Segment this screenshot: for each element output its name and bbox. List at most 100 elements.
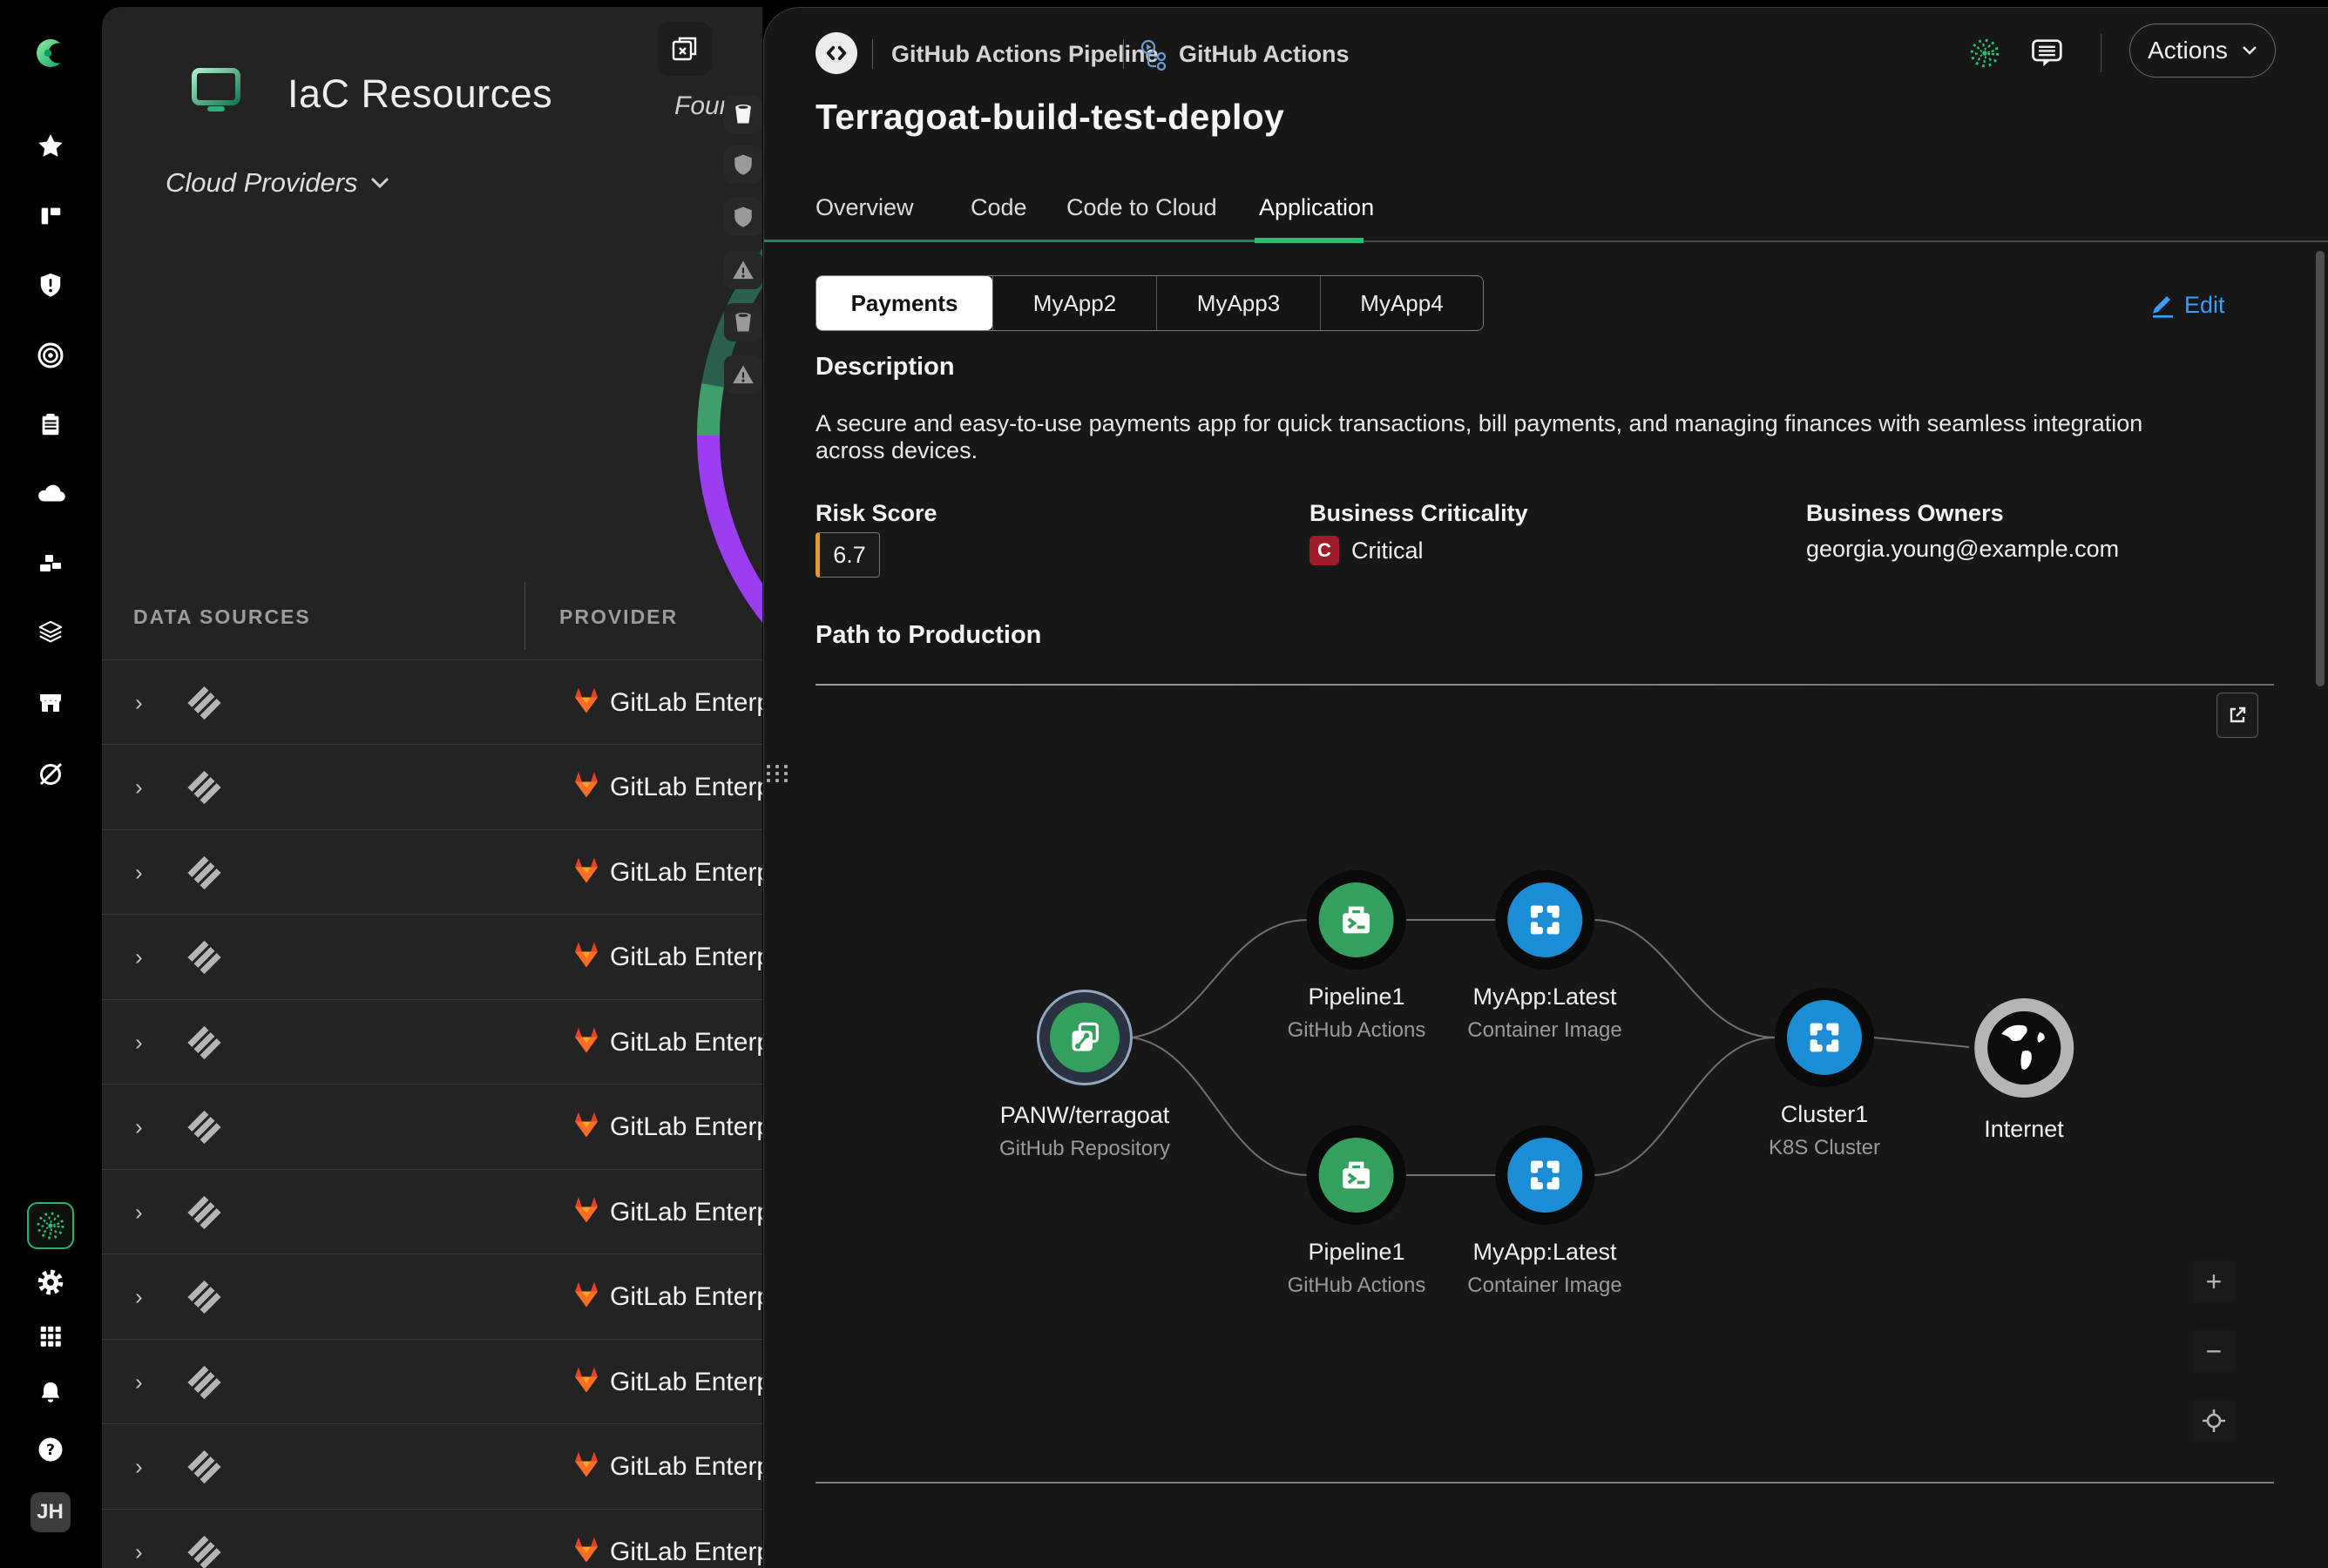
actions-button[interactable]: Actions — [2129, 24, 2276, 78]
copilot-spiral-button[interactable] — [27, 1202, 74, 1249]
cloud-providers-filter[interactable]: Cloud Providers — [166, 167, 389, 199]
warning-icon-button[interactable] — [724, 251, 762, 289]
table-row[interactable]: ›GitLab Enterprise — [102, 914, 762, 999]
app-tab-myapp2[interactable]: MyApp2 — [992, 276, 1156, 330]
row-expand-chevron[interactable]: › — [135, 943, 143, 970]
github-actions-workflow-icon — [1138, 37, 1173, 77]
graph-node-cluster[interactable]: Cluster1 K8S Cluster — [1769, 1000, 1880, 1160]
notifications-bell-icon[interactable] — [37, 1380, 64, 1406]
tab-code-to-cloud[interactable]: Code to Cloud — [1066, 194, 1217, 221]
dashboards-icon[interactable] — [37, 203, 64, 229]
row-expand-chevron[interactable]: › — [135, 774, 143, 801]
table-row[interactable]: › GitLab Enterprise — [102, 1423, 762, 1509]
panel-resize-handle[interactable] — [767, 765, 789, 782]
iac-framework-icon — [187, 686, 220, 719]
cloud-icon[interactable] — [36, 479, 65, 509]
shield-icon-button[interactable] — [724, 145, 762, 184]
table-row[interactable]: ›GitLab Enterprise — [102, 999, 762, 1085]
favorites-star-icon[interactable] — [37, 132, 64, 160]
app-tab-myapp3[interactable]: MyApp3 — [1156, 276, 1320, 330]
edit-label: Edit — [2184, 292, 2225, 319]
breadcrumb-source[interactable]: GitHub Actions — [1179, 41, 1350, 68]
bucket-icon-button[interactable] — [724, 95, 762, 133]
risk-score-label: Risk Score — [815, 500, 937, 527]
table-row[interactable]: ›GitLab Enterprise — [102, 829, 762, 915]
tab-overview[interactable]: Overview — [815, 194, 914, 221]
tab-application[interactable]: Application — [1259, 194, 1374, 221]
table-row[interactable]: ›GitLab Enterprise — [102, 1509, 762, 1568]
performance-gauge-icon[interactable] — [37, 760, 64, 787]
row-expand-chevron[interactable]: › — [135, 1453, 143, 1480]
help-icon[interactable]: ? — [37, 1436, 64, 1463]
page-scrollbar[interactable] — [2316, 251, 2325, 686]
graph-node-image-top[interactable]: MyApp:Latest Container Image — [1467, 882, 1621, 1043]
column-header-provider[interactable]: PROVIDER — [559, 605, 678, 629]
gitlab-logo-icon — [571, 855, 602, 889]
settings-gear-icon[interactable] — [36, 1267, 65, 1297]
row-expand-chevron[interactable]: › — [135, 1113, 143, 1140]
provider-name: GitLab Enterprise — [610, 1452, 762, 1482]
pipeline-briefcase-icon — [1319, 882, 1394, 957]
row-expand-chevron[interactable]: › — [135, 1369, 143, 1396]
app-tab-myapp4[interactable]: MyApp4 — [1320, 276, 1483, 330]
node-subtitle: GitHub Repository — [999, 1137, 1170, 1161]
node-subtitle: Container Image — [1467, 1274, 1621, 1298]
row-expand-chevron[interactable]: › — [135, 1538, 143, 1565]
table-row[interactable]: ›GitLab Enterprise — [102, 1339, 762, 1424]
bucket-icon-button[interactable] — [724, 303, 762, 341]
fit-view-button[interactable] — [2193, 1400, 2235, 1442]
graph-node-repository[interactable]: PANW/terragoat GitHub Repository — [999, 1003, 1170, 1161]
actions-button-label: Actions — [2148, 37, 2228, 64]
row-expand-chevron[interactable]: › — [135, 1283, 143, 1310]
criticality-label: Business Criticality — [1310, 500, 1528, 527]
zoom-out-button[interactable]: − — [2193, 1330, 2235, 1372]
owners-label: Business Owners — [1806, 500, 2004, 527]
row-expand-chevron[interactable]: › — [135, 859, 143, 886]
prisma-cloud-logo[interactable] — [31, 34, 70, 72]
iac-framework-icon — [187, 1365, 220, 1398]
node-subtitle: K8S Cluster — [1769, 1136, 1880, 1160]
copilot-spiral-icon[interactable] — [1967, 36, 2002, 75]
row-expand-chevron[interactable]: › — [135, 1199, 143, 1226]
app-tab-payments[interactable]: Payments — [816, 276, 992, 330]
graph-node-internet[interactable]: Internet — [1984, 1011, 2064, 1143]
apps-grid-icon[interactable] — [37, 1323, 64, 1349]
close-overlays-button[interactable] — [658, 22, 712, 76]
node-name: MyApp:Latest — [1472, 983, 1616, 1010]
inventory-blocks-icon[interactable] — [37, 551, 64, 578]
crosshair-icon — [2201, 1408, 2227, 1434]
gitlab-logo-icon — [571, 686, 602, 720]
graph-node-pipeline-top[interactable]: Pipeline1 GitHub Actions — [1288, 882, 1426, 1043]
table-row[interactable]: ›GitLab Enterprise — [102, 1169, 762, 1254]
table-row[interactable]: ›GitLab Enterprise — [102, 1254, 762, 1339]
row-expand-chevron[interactable]: › — [135, 1029, 143, 1056]
node-name: Pipeline1 — [1308, 983, 1404, 1010]
reports-clipboard-icon[interactable] — [37, 411, 64, 437]
gitlab-logo-icon — [571, 1280, 602, 1314]
edit-button[interactable]: Edit — [2149, 291, 2225, 319]
tab-code[interactable]: Code — [971, 194, 1027, 221]
table-row[interactable]: ›GitLab Enterprise — [102, 659, 762, 745]
user-avatar[interactable]: JH — [30, 1492, 71, 1532]
breadcrumb-pipeline[interactable]: GitHub Actions Pipeline — [891, 41, 1159, 68]
row-expand-chevron[interactable]: › — [135, 689, 143, 716]
node-subtitle: Container Image — [1467, 1018, 1621, 1043]
copilot-box — [27, 1202, 74, 1249]
alerts-shield-icon[interactable] — [37, 272, 64, 298]
shield-icon-button[interactable] — [724, 198, 762, 236]
gitlab-logo-icon — [571, 1025, 602, 1059]
zoom-in-button[interactable]: + — [2193, 1260, 2235, 1302]
feedback-comment-icon[interactable] — [2030, 37, 2065, 76]
radar-bullseye-icon[interactable] — [37, 341, 64, 369]
breadcrumb-divider — [872, 39, 873, 69]
graph-node-image-bottom[interactable]: MyApp:Latest Container Image — [1467, 1138, 1621, 1298]
graph-node-pipeline-bottom[interactable]: Pipeline1 GitHub Actions — [1288, 1138, 1426, 1298]
layers-icon[interactable] — [37, 619, 64, 647]
iac-framework-icon — [187, 770, 220, 803]
warning-icon-button[interactable] — [724, 355, 762, 394]
node-subtitle: GitHub Actions — [1288, 1274, 1426, 1298]
column-header-data-sources[interactable]: DATA SOURCES — [133, 605, 311, 629]
table-row[interactable]: ›GitLab Enterprise — [102, 744, 762, 829]
table-row[interactable]: ›GitLab Enterprise — [102, 1084, 762, 1169]
marketplace-storefront-icon[interactable] — [37, 689, 64, 717]
